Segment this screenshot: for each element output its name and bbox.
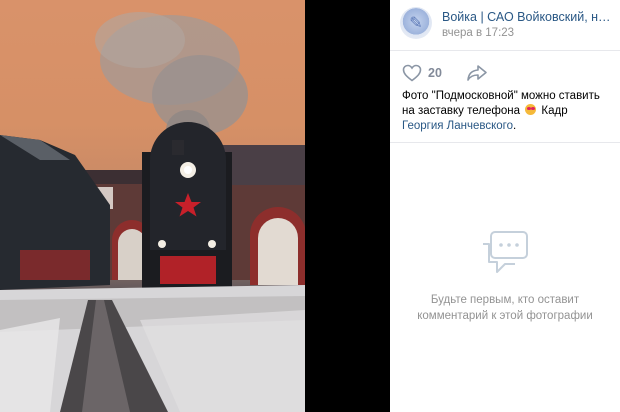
heart-eyes-emoji-icon: [525, 104, 537, 115]
post-actions: 20: [402, 62, 488, 84]
post-caption: Фото "Подмосковной" можно ставить на зас…: [402, 89, 612, 134]
locomotive-photo[interactable]: [0, 0, 305, 412]
share-button[interactable]: [466, 64, 488, 82]
avatar-glyph-icon: ✎: [409, 15, 423, 32]
photo-viewer: ✎ Войка | САО Войковский, наденьте маску…: [0, 0, 620, 412]
side-panel: ✎ Войка | САО Войковский, наденьте маску…: [390, 0, 620, 412]
like-count: 20: [428, 66, 442, 80]
heart-icon: [402, 64, 422, 82]
post-date[interactable]: вчера в 17:23: [442, 27, 514, 39]
like-button[interactable]: 20: [402, 64, 442, 82]
divider: [390, 50, 620, 51]
author-link[interactable]: Войка | САО Войковский, наденьте маску: [442, 10, 614, 24]
comments-bubble-icon: [483, 231, 528, 273]
divider: [390, 142, 620, 143]
photo-area[interactable]: [0, 0, 390, 412]
post-header: ✎ Войка | САО Войковский, наденьте маску…: [390, 0, 620, 46]
caption-end: .: [513, 120, 517, 132]
comments-empty-state: Будьте первым, кто оставит комментарий к…: [390, 230, 620, 324]
share-arrow-icon: [467, 65, 487, 81]
community-avatar[interactable]: ✎: [400, 7, 432, 39]
caption-text: Фото "Подмосковной" можно ставить на зас…: [402, 90, 600, 117]
photographer-link[interactable]: Георгия Ланчевского: [402, 120, 513, 132]
photo-illustration: [0, 12, 305, 412]
caption-text-credit: Кадр: [538, 105, 568, 117]
comments-empty-text: Будьте первым, кто оставит комментарий к…: [417, 294, 593, 322]
